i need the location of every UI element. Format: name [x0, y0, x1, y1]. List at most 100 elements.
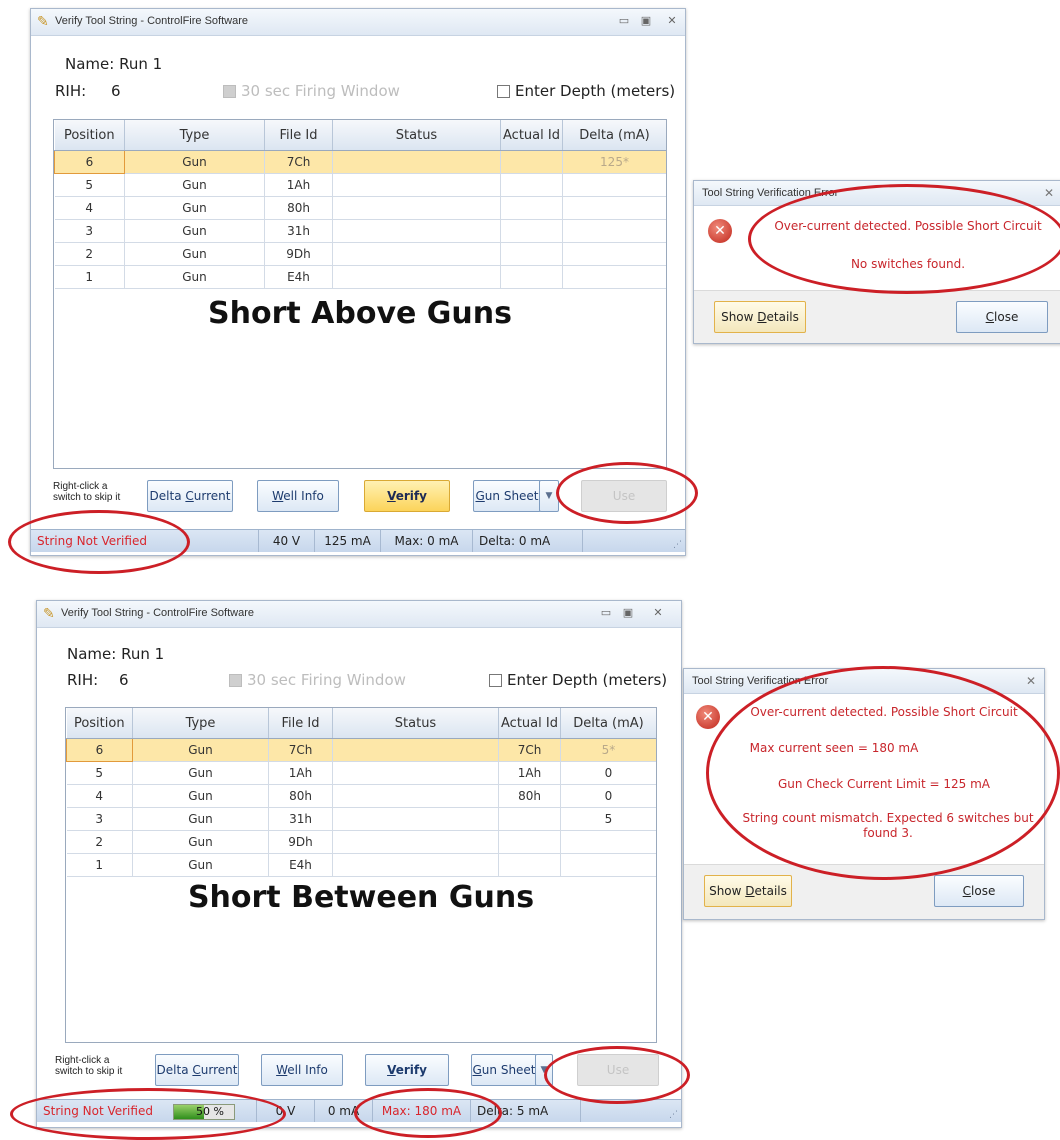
table-row[interactable]: 3 Gun 31h 5	[66, 807, 656, 831]
cell-status	[332, 738, 499, 762]
checkbox-box[interactable]	[489, 673, 502, 687]
checkbox-box[interactable]	[497, 84, 510, 98]
progress-label: 50 %	[196, 1105, 224, 1118]
enter-depth-checkbox[interactable]: Enter Depth (meters)	[489, 671, 667, 689]
cell-status	[332, 173, 501, 197]
enter-depth-label: Enter Depth (meters)	[515, 82, 676, 100]
col-actual-id[interactable]: Actual Id	[498, 708, 561, 739]
col-status[interactable]: Status	[332, 708, 499, 739]
table-row[interactable]: 4 Gun 80h 80h 0	[66, 784, 656, 808]
table-row[interactable]: 6 Gun 7Ch 125*	[54, 150, 666, 174]
cell-delta	[562, 242, 666, 266]
dialog-close-icon[interactable]: ✕	[1026, 674, 1036, 688]
table-row[interactable]: 2 Gun 9Dh	[54, 242, 666, 266]
firing-window-checkbox: 30 sec Firing Window	[229, 671, 406, 689]
maximize-icon[interactable]: ▣	[619, 605, 637, 621]
cell-file-id: 7Ch	[264, 150, 333, 174]
col-status[interactable]: Status	[332, 120, 501, 151]
error-dialog-2: Tool String Verification Error ✕ ✕ Over-…	[683, 668, 1045, 920]
col-actual-id[interactable]: Actual Id	[500, 120, 563, 151]
well-info-button[interactable]: Well Info	[257, 480, 339, 512]
close-button[interactable]: Close	[934, 875, 1024, 907]
cell-type: Gun	[124, 150, 265, 174]
cell-delta	[562, 265, 666, 289]
dialog-title: Tool String Verification Error	[702, 187, 839, 199]
show-details-button[interactable]: Show Details	[714, 301, 806, 333]
verify-window-2: ✎ Verify Tool String - ControlFire Softw…	[36, 600, 682, 1128]
minimize-icon[interactable]: ▭	[597, 605, 615, 621]
table-row[interactable]: 2 Gun 9Dh	[66, 830, 656, 854]
cell-type: Gun	[132, 784, 269, 808]
cell-position: 3	[66, 807, 133, 831]
col-position[interactable]: Position	[54, 120, 125, 151]
cell-actual-id	[498, 807, 561, 831]
gun-sheet-button[interactable]: Gun Sheet	[473, 480, 541, 512]
skip-hint: Right-click a switch to skip it	[53, 481, 121, 503]
cell-status	[332, 853, 499, 877]
cell-file-id: 80h	[268, 784, 333, 808]
tool-string-table: Position Type File Id Status Actual Id D…	[66, 708, 656, 877]
status-voltage: 40 V	[259, 530, 315, 552]
cell-actual-id	[498, 853, 561, 877]
col-delta[interactable]: Delta (mA)	[560, 708, 656, 739]
cell-actual-id: 1Ah	[498, 761, 561, 785]
use-button: Use	[581, 480, 667, 512]
firing-window-label: 30 sec Firing Window	[241, 82, 400, 100]
header-row: Position Type File Id Status Actual Id D…	[54, 120, 666, 151]
resize-grip-icon[interactable]: ⋰	[673, 540, 682, 550]
delta-current-button[interactable]: Delta Current	[147, 480, 233, 512]
table-row[interactable]: 1 Gun E4h	[54, 265, 666, 289]
table-row[interactable]: 4 Gun 80h	[54, 196, 666, 220]
close-icon[interactable]: ✕	[649, 605, 667, 621]
enter-depth-checkbox[interactable]: Enter Depth (meters)	[497, 82, 675, 100]
col-file-id[interactable]: File Id	[268, 708, 333, 739]
status-current: 125 mA	[315, 530, 381, 552]
cell-position: 2	[54, 242, 125, 266]
cell-type: Gun	[132, 807, 269, 831]
table-row[interactable]: 1 Gun E4h	[66, 853, 656, 877]
header-row: Position Type File Id Status Actual Id D…	[66, 708, 656, 739]
verify-button[interactable]: Verify	[364, 480, 450, 512]
dialog-message-line: String count mismatch. Expected 6 switch…	[742, 811, 1034, 840]
close-button[interactable]: Close	[956, 301, 1048, 333]
checkbox-box	[229, 673, 242, 687]
gun-sheet-dropdown-icon[interactable]: ▼	[539, 480, 559, 512]
table-row[interactable]: 3 Gun 31h	[54, 219, 666, 243]
show-details-button[interactable]: Show Details	[704, 875, 792, 907]
delta-current-button[interactable]: Delta Current	[155, 1054, 239, 1086]
status-max: Max: 0 mA	[381, 530, 473, 552]
gun-sheet-dropdown-icon[interactable]: ▼	[535, 1054, 553, 1086]
table-row[interactable]: 5 Gun 1Ah	[54, 173, 666, 197]
dialog-title-bar: Tool String Verification Error ✕	[684, 669, 1044, 694]
title-bar: ✎ Verify Tool String - ControlFire Softw…	[37, 601, 681, 628]
name-value: Run 1	[119, 55, 163, 73]
dialog-footer: Show Details Close	[694, 290, 1060, 343]
dialog-footer: Show Details Close	[684, 864, 1044, 919]
col-type[interactable]: Type	[132, 708, 269, 739]
table-row[interactable]: 5 Gun 1Ah 1Ah 0	[66, 761, 656, 785]
status-bar: String Not Verified 40 V 125 mA Max: 0 m…	[31, 529, 685, 552]
status-max: Max: 180 mA	[373, 1100, 471, 1122]
minimize-icon[interactable]: ▭	[615, 13, 633, 29]
table-row[interactable]: 6 Gun 7Ch 7Ch 5*	[66, 738, 656, 762]
col-type[interactable]: Type	[124, 120, 265, 151]
status-delta: Delta: 5 mA	[471, 1100, 581, 1122]
col-file-id[interactable]: File Id	[264, 120, 333, 151]
cell-position: 6	[54, 150, 125, 174]
title-bar: ✎ Verify Tool String - ControlFire Softw…	[31, 9, 685, 36]
gun-sheet-button[interactable]: Gun Sheet	[471, 1054, 537, 1086]
cell-position: 4	[66, 784, 133, 808]
maximize-icon[interactable]: ▣	[637, 13, 655, 29]
error-icon: ✕	[696, 705, 720, 729]
well-info-button[interactable]: Well Info	[261, 1054, 343, 1086]
resize-grip-icon[interactable]: ⋰	[669, 1110, 678, 1120]
close-icon[interactable]: ✕	[663, 13, 681, 29]
error-dialog-1: Tool String Verification Error ✕ ✕ Over-…	[693, 180, 1060, 344]
dialog-message-line: No switches found.	[850, 257, 966, 271]
name-label: Name: Run 1	[65, 55, 163, 73]
col-position[interactable]: Position	[66, 708, 133, 739]
dialog-close-icon[interactable]: ✕	[1044, 186, 1054, 200]
col-delta[interactable]: Delta (mA)	[562, 120, 666, 151]
verify-button[interactable]: Verify	[365, 1054, 449, 1086]
cell-file-id: 31h	[268, 807, 333, 831]
